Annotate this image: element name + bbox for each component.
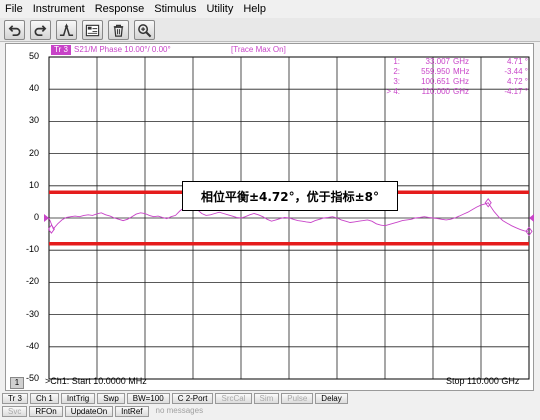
marker-freq: 33.007 <box>425 57 450 66</box>
marker-freq: 100.651 <box>421 77 450 86</box>
status-inttrig[interactable]: IntTrig <box>60 393 96 404</box>
redo-button[interactable] <box>30 20 51 40</box>
zoom-icon <box>138 23 152 37</box>
menu-stimulus[interactable]: Stimulus <box>149 3 201 15</box>
marker-num: > 4: <box>386 87 400 96</box>
y-tick-label: 0 <box>33 212 39 222</box>
save-recall-icon <box>85 24 100 36</box>
menu-response[interactable]: Response <box>90 3 150 15</box>
delete-button[interactable] <box>108 20 129 40</box>
status-no-messages[interactable]: no messages <box>151 406 209 417</box>
status-intref[interactable]: IntRef <box>115 406 149 417</box>
menu-instrument[interactable]: Instrument <box>28 3 90 15</box>
channel-number[interactable]: 1 <box>10 377 24 389</box>
marker-freq: 559.950 <box>421 67 450 76</box>
status-delay[interactable]: Delay <box>315 393 348 404</box>
measurement-panel: Tr 3 S21/M Phase 10.00°/ 0.00° [Trace Ma… <box>5 43 534 391</box>
undo-button[interactable] <box>4 20 25 40</box>
status-bar-row-1: Tr 3 Ch 1 IntTrig Swp BW=100 C 2-Port SrcCal Si… <box>0 392 540 405</box>
y-tick-label: -30 <box>25 308 39 319</box>
save-recall-button[interactable] <box>82 20 103 40</box>
marker-value: 4.72 ° <box>507 77 528 86</box>
trash-icon <box>113 24 124 37</box>
y-tick-label: 40 <box>28 83 39 94</box>
reference-right-marker-icon <box>529 214 534 222</box>
undo-icon <box>8 24 21 36</box>
marker-num: 2: <box>393 67 400 76</box>
y-tick-label: 20 <box>28 147 39 158</box>
toolbar <box>0 18 540 42</box>
menu-file[interactable]: File <box>0 3 28 15</box>
marker-value: -4.17 ° <box>504 87 528 96</box>
menu-bar: File Instrument Response Stimulus Utility Hel… <box>0 0 540 18</box>
status-swp[interactable]: Swp <box>97 393 125 404</box>
status-svc[interactable]: Svc <box>2 406 28 417</box>
status-srccal[interactable]: SrcCal <box>215 393 252 404</box>
stop-frequency: Stop 110.000 GHz <box>446 376 520 386</box>
marker-freq: 110.000 <box>421 87 450 96</box>
status-c-2-port[interactable]: C 2-Port <box>171 393 214 404</box>
status-updateon[interactable]: UpdateOn <box>64 406 114 417</box>
status-rfon[interactable]: RFOn <box>29 406 63 417</box>
zoom-button[interactable] <box>134 20 155 40</box>
marker-num: 1: <box>393 57 400 66</box>
marker-unit: GHz <box>453 87 469 96</box>
status-pulse[interactable]: Pulse <box>281 393 314 404</box>
menu-utility[interactable]: Utility <box>201 3 238 15</box>
marker-peak-icon <box>59 22 74 36</box>
marker-unit: MHz <box>453 67 470 76</box>
marker-value: 4.71 ° <box>507 57 528 66</box>
status-tr-3[interactable]: Tr 3 <box>2 393 28 404</box>
menu-help[interactable]: Help <box>238 3 271 15</box>
status-bw-100[interactable]: BW=100 <box>126 393 170 404</box>
status-ch-1[interactable]: Ch 1 <box>29 393 59 404</box>
start-frequency: >Ch1: Start 10.0000 MHz <box>45 376 147 386</box>
y-tick-label: -20 <box>25 276 39 287</box>
status-sim[interactable]: Sim <box>253 393 280 404</box>
annotation-callout: 相位平衡±4.72°，优于指标±8° <box>182 181 398 211</box>
redo-icon <box>34 24 47 36</box>
y-tick-label: 10 <box>28 179 39 190</box>
marker-peak-button[interactable] <box>56 20 77 40</box>
marker-unit: GHz <box>453 57 469 66</box>
y-tick-label: 50 <box>28 51 39 61</box>
marker-value: -3.44 ° <box>504 67 528 76</box>
marker-num: 3: <box>393 77 400 86</box>
y-tick-label: -10 <box>25 244 39 255</box>
y-tick-label: 30 <box>28 115 39 126</box>
reference-left-marker-icon <box>44 214 49 222</box>
marker-unit: GHz <box>453 77 469 86</box>
y-tick-label: -40 <box>25 340 39 351</box>
status-bar-row-2: Svc RFOn UpdateOn IntRef no messages <box>0 405 540 418</box>
